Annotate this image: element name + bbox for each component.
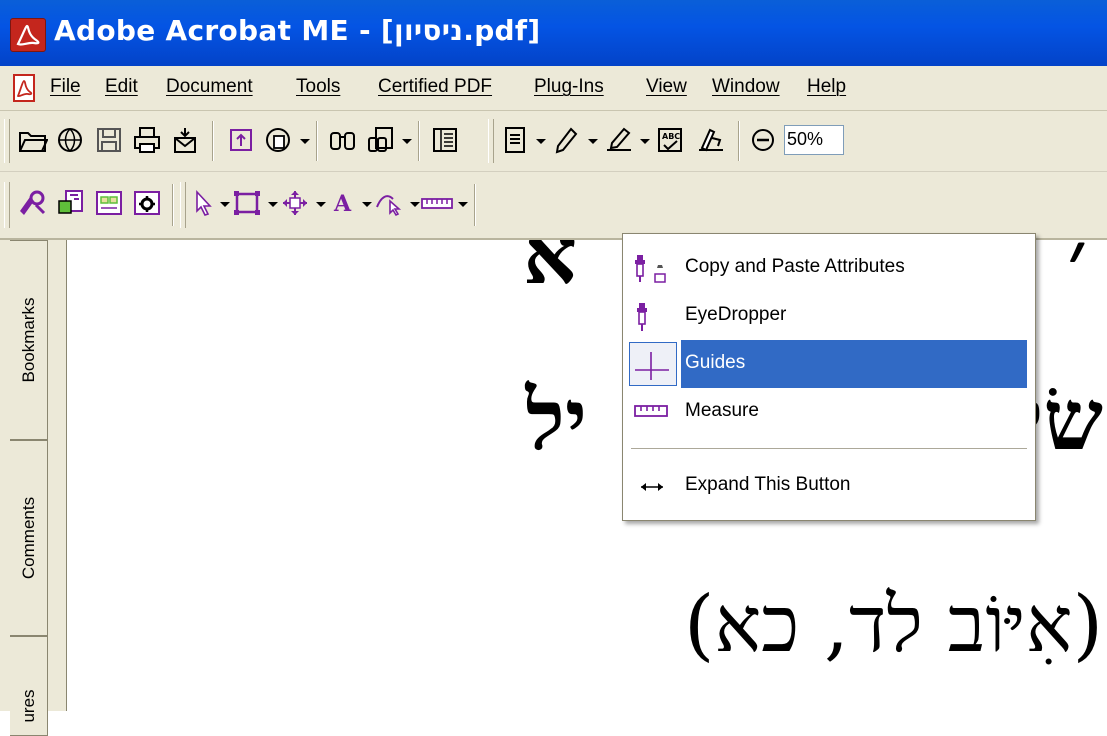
navigation-pane-icon[interactable] xyxy=(428,123,462,157)
menu-certified-pdf[interactable]: Certified PDF xyxy=(378,76,492,98)
menu-help[interactable]: Help xyxy=(807,76,846,98)
menu-item-label: Expand This Button xyxy=(685,474,851,495)
menu-item-label: Guides xyxy=(685,352,746,373)
move-dropdown[interactable] xyxy=(316,202,326,207)
create-pdf-icon[interactable] xyxy=(262,123,296,157)
tab-bookmarks-label: Bookmarks xyxy=(18,297,38,383)
menu-item-label: Copy and Paste Attributes xyxy=(685,256,905,277)
review-icon[interactable] xyxy=(694,123,728,157)
measure-dropdown[interactable] xyxy=(458,202,468,207)
menu-view[interactable]: View xyxy=(646,76,687,98)
upload-icon[interactable] xyxy=(224,123,258,157)
menu-file[interactable]: File xyxy=(50,76,81,98)
menu-item-measure[interactable]: Measure xyxy=(623,388,1035,436)
pencil-dropdown[interactable] xyxy=(588,139,598,144)
tab-comments-label: Comments xyxy=(18,496,38,580)
title-bar[interactable]: Adobe Acrobat ME - [ניסיון.pdf] xyxy=(0,0,1107,66)
web-icon[interactable] xyxy=(54,123,88,157)
sign-dropdown[interactable] xyxy=(640,139,650,144)
text-dropdown[interactable] xyxy=(362,202,372,207)
menu-separator xyxy=(631,448,1027,449)
doc-text-line3: (אִיּוֹב לד, כא) xyxy=(684,580,1103,670)
toolbar-separator xyxy=(212,121,214,161)
menu-document[interactable]: Document xyxy=(166,76,253,98)
window-title: Adobe Acrobat ME - [ניסיון.pdf] xyxy=(54,14,541,47)
rectangle-dropdown[interactable] xyxy=(268,202,278,207)
menu-edit[interactable]: Edit xyxy=(105,76,138,98)
guides-icon xyxy=(633,350,671,380)
tab-bookmarks[interactable]: Bookmarks xyxy=(10,240,48,440)
open-icon[interactable] xyxy=(16,123,50,157)
toolbar-grip[interactable] xyxy=(4,182,10,228)
review-tracker-icon[interactable] xyxy=(16,186,50,220)
toolbar-separator xyxy=(418,121,420,161)
pdf-document-icon[interactable] xyxy=(10,74,40,106)
tab-signatures-label: ures xyxy=(18,689,38,723)
move-icon[interactable] xyxy=(278,186,312,220)
find-icon[interactable] xyxy=(364,123,398,157)
menu-item-expand-this-button[interactable]: Expand This Button xyxy=(623,462,1035,510)
zoom-out-icon[interactable] xyxy=(746,123,780,157)
copy-paste-attributes-icon xyxy=(633,254,671,284)
toolbar-grip[interactable] xyxy=(4,119,10,163)
toolbar-advanced-editing: A xyxy=(0,172,1107,240)
eyedropper-icon xyxy=(633,302,671,332)
select-dropdown[interactable] xyxy=(220,202,230,207)
tab-comments[interactable]: Comments xyxy=(10,440,48,636)
find-dropdown[interactable] xyxy=(402,139,412,144)
save-icon[interactable] xyxy=(92,123,126,157)
measure-ruler-icon[interactable] xyxy=(420,186,454,220)
toolbar-separator xyxy=(316,121,318,161)
toolbar-separator xyxy=(738,121,740,161)
navigation-tabs: Bookmarks Comments ures xyxy=(10,240,48,736)
svg-text:A: A xyxy=(333,191,352,217)
select-arrow-icon[interactable] xyxy=(186,186,220,220)
checkbox-icon[interactable] xyxy=(92,186,126,220)
sign-icon[interactable] xyxy=(602,123,636,157)
acrobat-icon[interactable] xyxy=(10,18,46,52)
zoom-input[interactable]: 50% xyxy=(784,125,844,155)
doc-text-line1: א xyxy=(523,240,577,303)
spellcheck-icon[interactable]: ABC xyxy=(654,123,688,157)
menu-plug-ins[interactable]: Plug-Ins xyxy=(534,76,604,98)
pencil-icon[interactable] xyxy=(550,123,584,157)
doc-text-line1-right: ׳ xyxy=(1067,240,1087,309)
toolbar-grip[interactable] xyxy=(488,119,494,163)
menu-tools[interactable]: Tools xyxy=(296,76,340,98)
tab-signatures[interactable]: ures xyxy=(10,636,48,736)
toolbar-separator xyxy=(172,184,174,226)
touchup-icon[interactable] xyxy=(372,186,406,220)
form-icon[interactable] xyxy=(54,186,88,220)
gear-form-icon[interactable] xyxy=(130,186,164,220)
expand-arrows-icon xyxy=(633,472,671,502)
search-icon[interactable] xyxy=(326,123,360,157)
tool-flyout-menu: Copy and Paste Attributes EyeDropper Gui… xyxy=(622,233,1036,521)
toolbar-file: ABC 50% xyxy=(0,111,1107,172)
document-dropdown[interactable] xyxy=(536,139,546,144)
menu-item-guides[interactable]: Guides xyxy=(623,340,1035,388)
doc-text-line2: יל xyxy=(525,370,587,469)
rectangle-icon[interactable] xyxy=(230,186,264,220)
menu-item-eyedropper[interactable]: EyeDropper xyxy=(623,292,1035,340)
measure-icon xyxy=(633,398,671,428)
create-pdf-dropdown[interactable] xyxy=(300,139,310,144)
menu-item-copy-paste-attributes[interactable]: Copy and Paste Attributes xyxy=(623,244,1035,292)
document-icon[interactable] xyxy=(498,123,532,157)
menu-item-label: EyeDropper xyxy=(685,304,787,325)
touchup-dropdown[interactable] xyxy=(410,202,420,207)
menu-window[interactable]: Window xyxy=(712,76,780,98)
toolbar-separator xyxy=(474,184,476,226)
menu-item-label: Measure xyxy=(685,400,759,421)
menu-bar: File Edit Document Tools Certified PDF P… xyxy=(0,66,1107,111)
text-icon[interactable]: A xyxy=(326,186,360,220)
print-icon[interactable] xyxy=(130,123,164,157)
email-icon[interactable] xyxy=(168,123,202,157)
svg-text:ABC: ABC xyxy=(662,132,680,141)
